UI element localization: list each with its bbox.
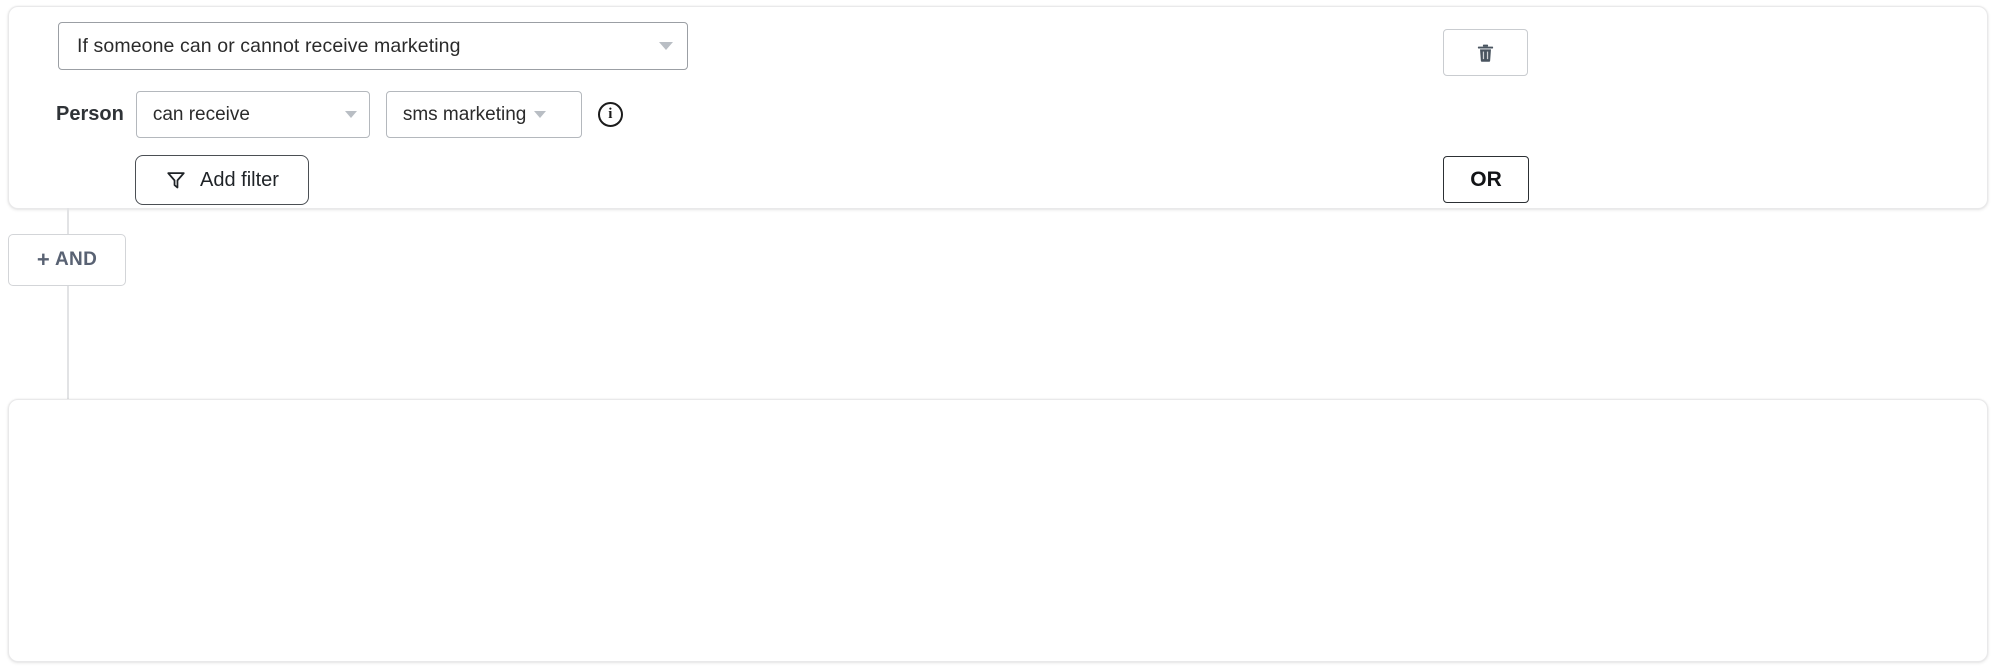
- marketing-channel-select[interactable]: sms marketing: [385, 91, 582, 138]
- condition-card-1: If someone can or cannot receive marketi…: [8, 6, 1988, 209]
- consent-state-value: can receive: [152, 103, 250, 125]
- funnel-icon: [167, 172, 185, 189]
- delete-condition-button-1[interactable]: [1443, 29, 1528, 76]
- add-filter-label-1: Add filter: [200, 168, 279, 191]
- add-filter-button-1[interactable]: Add filter: [135, 155, 309, 205]
- condition-type-value-1: If someone can or cannot receive marketi…: [77, 34, 461, 57]
- marketing-channel-value: sms marketing: [402, 103, 527, 125]
- chevron-down-icon: [534, 111, 547, 118]
- condition-type-select-1[interactable]: If someone can or cannot receive marketi…: [58, 22, 688, 70]
- segment-builder-canvas: If someone can or cannot receive marketi…: [0, 0, 1996, 668]
- or-button-label-1: OR: [1470, 167, 1502, 191]
- condition-row-1: Person can receive sms marketing i: [56, 91, 623, 138]
- consent-state-select[interactable]: can receive: [135, 91, 370, 138]
- condition-prefix-label-1: Person: [56, 103, 124, 125]
- chevron-down-icon: [344, 111, 357, 118]
- add-and-group-button[interactable]: + AND: [8, 234, 126, 286]
- info-icon[interactable]: i: [597, 102, 623, 127]
- condition-card-2: What someone has done (or not done) Has …: [8, 399, 1988, 662]
- and-button-label: AND: [55, 249, 98, 270]
- trash-icon: [1477, 44, 1494, 62]
- chevron-down-icon: [659, 42, 673, 50]
- or-button-1[interactable]: OR: [1443, 156, 1529, 203]
- connector-line-bottom: [67, 286, 69, 401]
- plus-icon: +: [36, 247, 51, 272]
